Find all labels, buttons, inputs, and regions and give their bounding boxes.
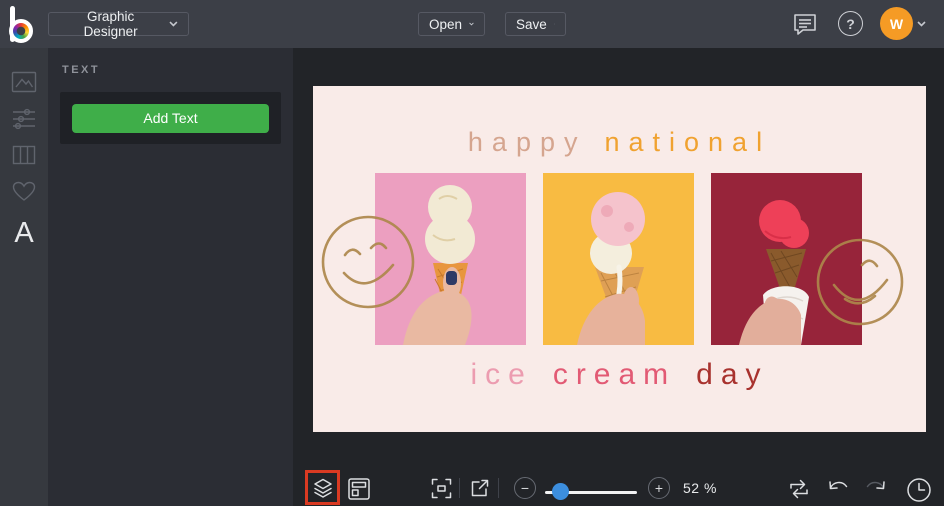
footer-word-ice: ice <box>470 358 533 391</box>
chevron-down-icon <box>553 23 555 25</box>
history-icon[interactable] <box>906 477 932 503</box>
footer-word-cream: cream <box>552 358 677 391</box>
title-text-layer[interactable]: happy national <box>313 127 926 158</box>
compare-icon[interactable] <box>787 478 811 500</box>
image-icon <box>11 71 37 93</box>
open-button[interactable]: Open <box>418 12 485 36</box>
smiley-sticker-left[interactable] <box>319 213 417 311</box>
topbar: Graphic Designer Open Save ? W <box>0 0 944 48</box>
layers-button-highlighted[interactable] <box>305 470 340 505</box>
save-button[interactable]: Save <box>505 12 566 36</box>
footer-text-layer[interactable]: ice cream day <box>313 358 926 392</box>
sidebar-item-text[interactable]: A <box>0 214 48 252</box>
account-chevron-down-icon[interactable] <box>917 21 926 27</box>
user-avatar[interactable]: W <box>880 7 913 40</box>
heart-icon <box>12 181 36 201</box>
toolbar-divider <box>459 478 460 498</box>
fit-screen-icon[interactable] <box>431 478 452 499</box>
sidebar-item-edit[interactable] <box>0 102 48 136</box>
adjustments-icon <box>13 108 35 130</box>
smiley-sticker-right[interactable] <box>815 237 905 327</box>
design-canvas[interactable]: happy national ice cream day <box>313 86 926 432</box>
text-icon: A <box>14 216 34 249</box>
title-word-happy: happy <box>467 127 587 157</box>
resize-template-icon[interactable] <box>347 477 371 501</box>
feedback-chat-icon[interactable] <box>792 11 818 37</box>
panel-title: TEXT <box>62 64 101 76</box>
add-text-section: Add Text <box>60 92 281 144</box>
undo-icon[interactable] <box>827 478 850 497</box>
chevron-down-icon <box>169 21 178 27</box>
help-icon[interactable]: ? <box>838 11 863 36</box>
columns-icon <box>12 145 36 165</box>
photo-strawberry-cone[interactable] <box>543 173 694 345</box>
befunky-logo-icon[interactable] <box>9 6 43 43</box>
open-new-window-icon[interactable] <box>470 478 490 498</box>
chevron-down-icon <box>469 22 474 26</box>
footer-word-day: day <box>696 358 769 391</box>
zoom-out-button[interactable]: − <box>514 477 536 499</box>
title-word-national: national <box>604 127 772 157</box>
zoom-in-button[interactable]: + <box>648 477 670 499</box>
sidebar-item-layouts[interactable] <box>0 138 48 172</box>
sidebar-item-favorites[interactable] <box>0 174 48 208</box>
redo-icon[interactable] <box>864 478 887 497</box>
toolbar-divider <box>498 478 499 498</box>
app-mode-menu[interactable]: Graphic Designer <box>48 9 189 39</box>
app-mode-label: Graphic Designer <box>83 9 138 39</box>
avatar-initial: W <box>889 15 904 32</box>
sidebar-item-photos[interactable] <box>0 65 48 99</box>
text-panel: TEXT Add Text <box>48 48 293 506</box>
tool-rail: A <box>0 48 48 506</box>
zoom-percentage: 52 % <box>683 480 717 496</box>
layers-icon <box>313 478 332 498</box>
workspace: happy national ice cream day − + 52 % <box>293 48 944 506</box>
add-text-button[interactable]: Add Text <box>72 103 269 133</box>
zoom-slider-handle[interactable] <box>552 483 569 500</box>
